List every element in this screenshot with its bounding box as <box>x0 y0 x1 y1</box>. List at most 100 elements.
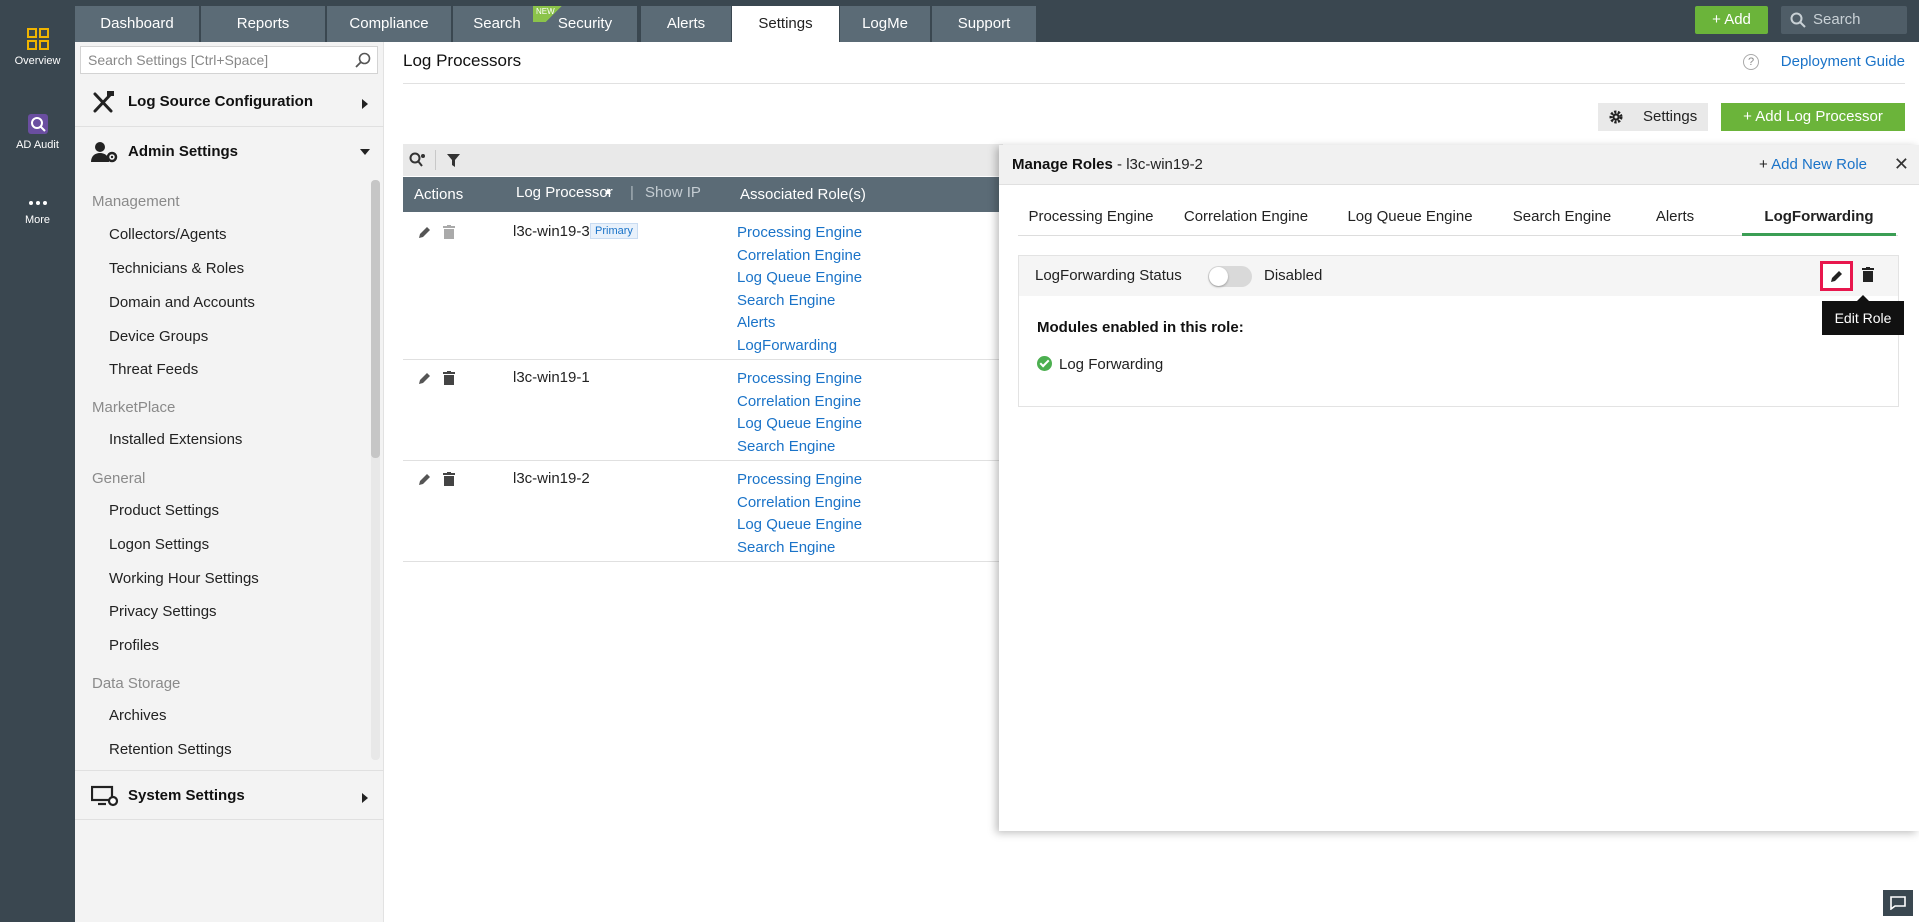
row-divider <box>403 460 1003 461</box>
module-item: Log Forwarding <box>1037 356 1163 373</box>
role-link[interactable]: Processing Engine <box>737 224 862 241</box>
more-app[interactable]: More <box>0 196 75 226</box>
sidebar-scrollbar[interactable] <box>371 180 380 458</box>
tab-logforwarding[interactable]: LogForwarding <box>1742 200 1896 236</box>
tab-logme[interactable]: LogMe <box>840 6 930 42</box>
sort-asc-icon[interactable]: ▲ <box>603 186 613 197</box>
col-log-processor[interactable]: Log Processor <box>516 184 613 201</box>
processor-name: l3c-win19-3 <box>513 223 590 240</box>
monitor-gear-icon <box>91 785 119 807</box>
tab-security[interactable]: NEW Security <box>533 6 637 42</box>
add-new-role-link[interactable]: + Add New Role <box>1759 156 1867 173</box>
gear-icon <box>1609 110 1623 124</box>
sidebar-item-technicians[interactable]: Technicians & Roles <box>109 260 244 277</box>
close-icon[interactable]: ✕ <box>1894 154 1909 175</box>
settings-button[interactable]: Settings <box>1598 103 1708 131</box>
show-ip-toggle[interactable]: Show IP <box>645 184 701 201</box>
more-label: More <box>24 214 51 226</box>
overview-label: Overview <box>14 55 61 67</box>
table-toolbar <box>403 144 1003 176</box>
sidebar-item-threat-feeds[interactable]: Threat Feeds <box>109 361 198 378</box>
modules-title: Modules enabled in this role: <box>1037 319 1244 336</box>
role-link[interactable]: Search Engine <box>737 292 835 309</box>
settings-search-placeholder: Search Settings [Ctrl+Space] <box>88 52 269 68</box>
tab-dashboard[interactable]: Dashboard <box>75 6 199 42</box>
deployment-guide-link[interactable]: Deployment Guide <box>1781 53 1905 70</box>
role-link[interactable]: Search Engine <box>737 539 835 556</box>
role-link[interactable]: Correlation Engine <box>737 494 861 511</box>
settings-search-input[interactable]: Search Settings [Ctrl+Space] <box>80 46 378 74</box>
system-settings-section[interactable]: System Settings <box>75 770 384 820</box>
edit-role-button[interactable] <box>1820 261 1853 291</box>
sidebar-item-device-groups[interactable]: Device Groups <box>109 328 208 345</box>
sidebar-item-product-settings[interactable]: Product Settings <box>109 502 219 519</box>
add-log-processor-label: Add Log Processor <box>1755 108 1883 125</box>
role-link[interactable]: Log Queue Engine <box>737 415 862 432</box>
more-icon <box>28 201 47 205</box>
role-link[interactable]: Log Queue Engine <box>737 269 862 286</box>
role-link[interactable]: Log Queue Engine <box>737 516 862 533</box>
tab-search-engine[interactable]: Search Engine <box>1492 200 1632 236</box>
ad-audit-app[interactable]: AD Audit <box>0 113 75 151</box>
role-link[interactable]: Alerts <box>737 314 775 331</box>
role-status-box: LogForwarding Status Disabled Edit Role … <box>1018 255 1904 407</box>
edit-icon[interactable] <box>418 225 432 239</box>
top-search-input[interactable]: Search <box>1781 6 1907 34</box>
top-search-placeholder: Search <box>1813 11 1861 28</box>
role-link[interactable]: LogForwarding <box>737 337 837 354</box>
tab-reports[interactable]: Reports <box>201 6 325 42</box>
overview-app[interactable]: Overview <box>0 27 75 67</box>
row-divider <box>403 561 1003 562</box>
role-link[interactable]: Processing Engine <box>737 471 862 488</box>
tab-support[interactable]: Support <box>932 6 1036 42</box>
grid-icon <box>26 28 49 50</box>
sidebar-item-domain[interactable]: Domain and Accounts <box>109 294 255 311</box>
page-title: Log Processors <box>403 51 522 70</box>
role-link[interactable]: Search Engine <box>737 438 835 455</box>
sidebar-item-collectors[interactable]: Collectors/Agents <box>109 226 227 243</box>
tab-settings[interactable]: Settings <box>732 6 839 42</box>
trash-icon[interactable] <box>443 472 455 486</box>
sidebar-item-working-hour[interactable]: Working Hour Settings <box>109 570 259 587</box>
sidebar-item-installed-extensions[interactable]: Installed Extensions <box>109 431 242 448</box>
role-link[interactable]: Correlation Engine <box>737 393 861 410</box>
chat-button[interactable] <box>1883 890 1913 916</box>
tab-correlation-engine[interactable]: Correlation Engine <box>1164 200 1328 236</box>
edit-icon[interactable] <box>418 472 432 486</box>
log-source-config-section[interactable]: Log Source Configuration <box>75 77 384 127</box>
divider <box>403 83 1905 84</box>
search-settings-icon[interactable] <box>409 152 427 168</box>
tab-alerts[interactable]: Alerts <box>641 6 731 42</box>
add-log-processor-button[interactable]: + Add Log Processor <box>1721 103 1905 131</box>
sidebar-item-logon-settings[interactable]: Logon Settings <box>109 536 209 553</box>
add-button[interactable]: + Add <box>1695 6 1768 34</box>
role-link[interactable]: Correlation Engine <box>737 247 861 264</box>
tab-alerts[interactable]: Alerts <box>1632 200 1718 236</box>
search-icon <box>1790 12 1806 28</box>
tab-search[interactable]: Search <box>453 6 541 42</box>
admin-settings-section[interactable]: Admin Settings <box>75 127 384 177</box>
edit-icon[interactable] <box>418 371 432 385</box>
plus-icon: + <box>1743 108 1756 125</box>
tab-compliance[interactable]: Compliance <box>327 6 451 42</box>
status-toggle[interactable] <box>1208 266 1252 287</box>
tab-processing-engine[interactable]: Processing Engine <box>1018 200 1164 236</box>
trash-icon[interactable] <box>443 371 455 385</box>
panel-header: Manage Roles - l3c-win19-2 + Add New Rol… <box>999 145 1919 185</box>
ad-audit-icon <box>27 114 48 134</box>
admin-settings-label: Admin Settings <box>128 143 239 160</box>
caret-right-icon <box>362 99 368 109</box>
sidebar-item-retention[interactable]: Retention Settings <box>109 741 232 758</box>
sidebar-item-profiles[interactable]: Profiles <box>109 637 159 654</box>
tab-log-queue-engine[interactable]: Log Queue Engine <box>1328 200 1492 236</box>
sidebar-item-archives[interactable]: Archives <box>109 707 167 724</box>
filter-icon[interactable] <box>447 154 460 167</box>
primary-badge: Primary <box>590 223 638 239</box>
delete-role-icon[interactable] <box>1862 267 1874 282</box>
processor-name: l3c-win19-2 <box>513 470 590 487</box>
role-link[interactable]: Processing Engine <box>737 370 862 387</box>
system-settings-label: System Settings <box>128 787 245 804</box>
pencil-icon <box>1831 271 1842 282</box>
row-divider <box>403 359 1003 360</box>
sidebar-item-privacy[interactable]: Privacy Settings <box>109 603 217 620</box>
